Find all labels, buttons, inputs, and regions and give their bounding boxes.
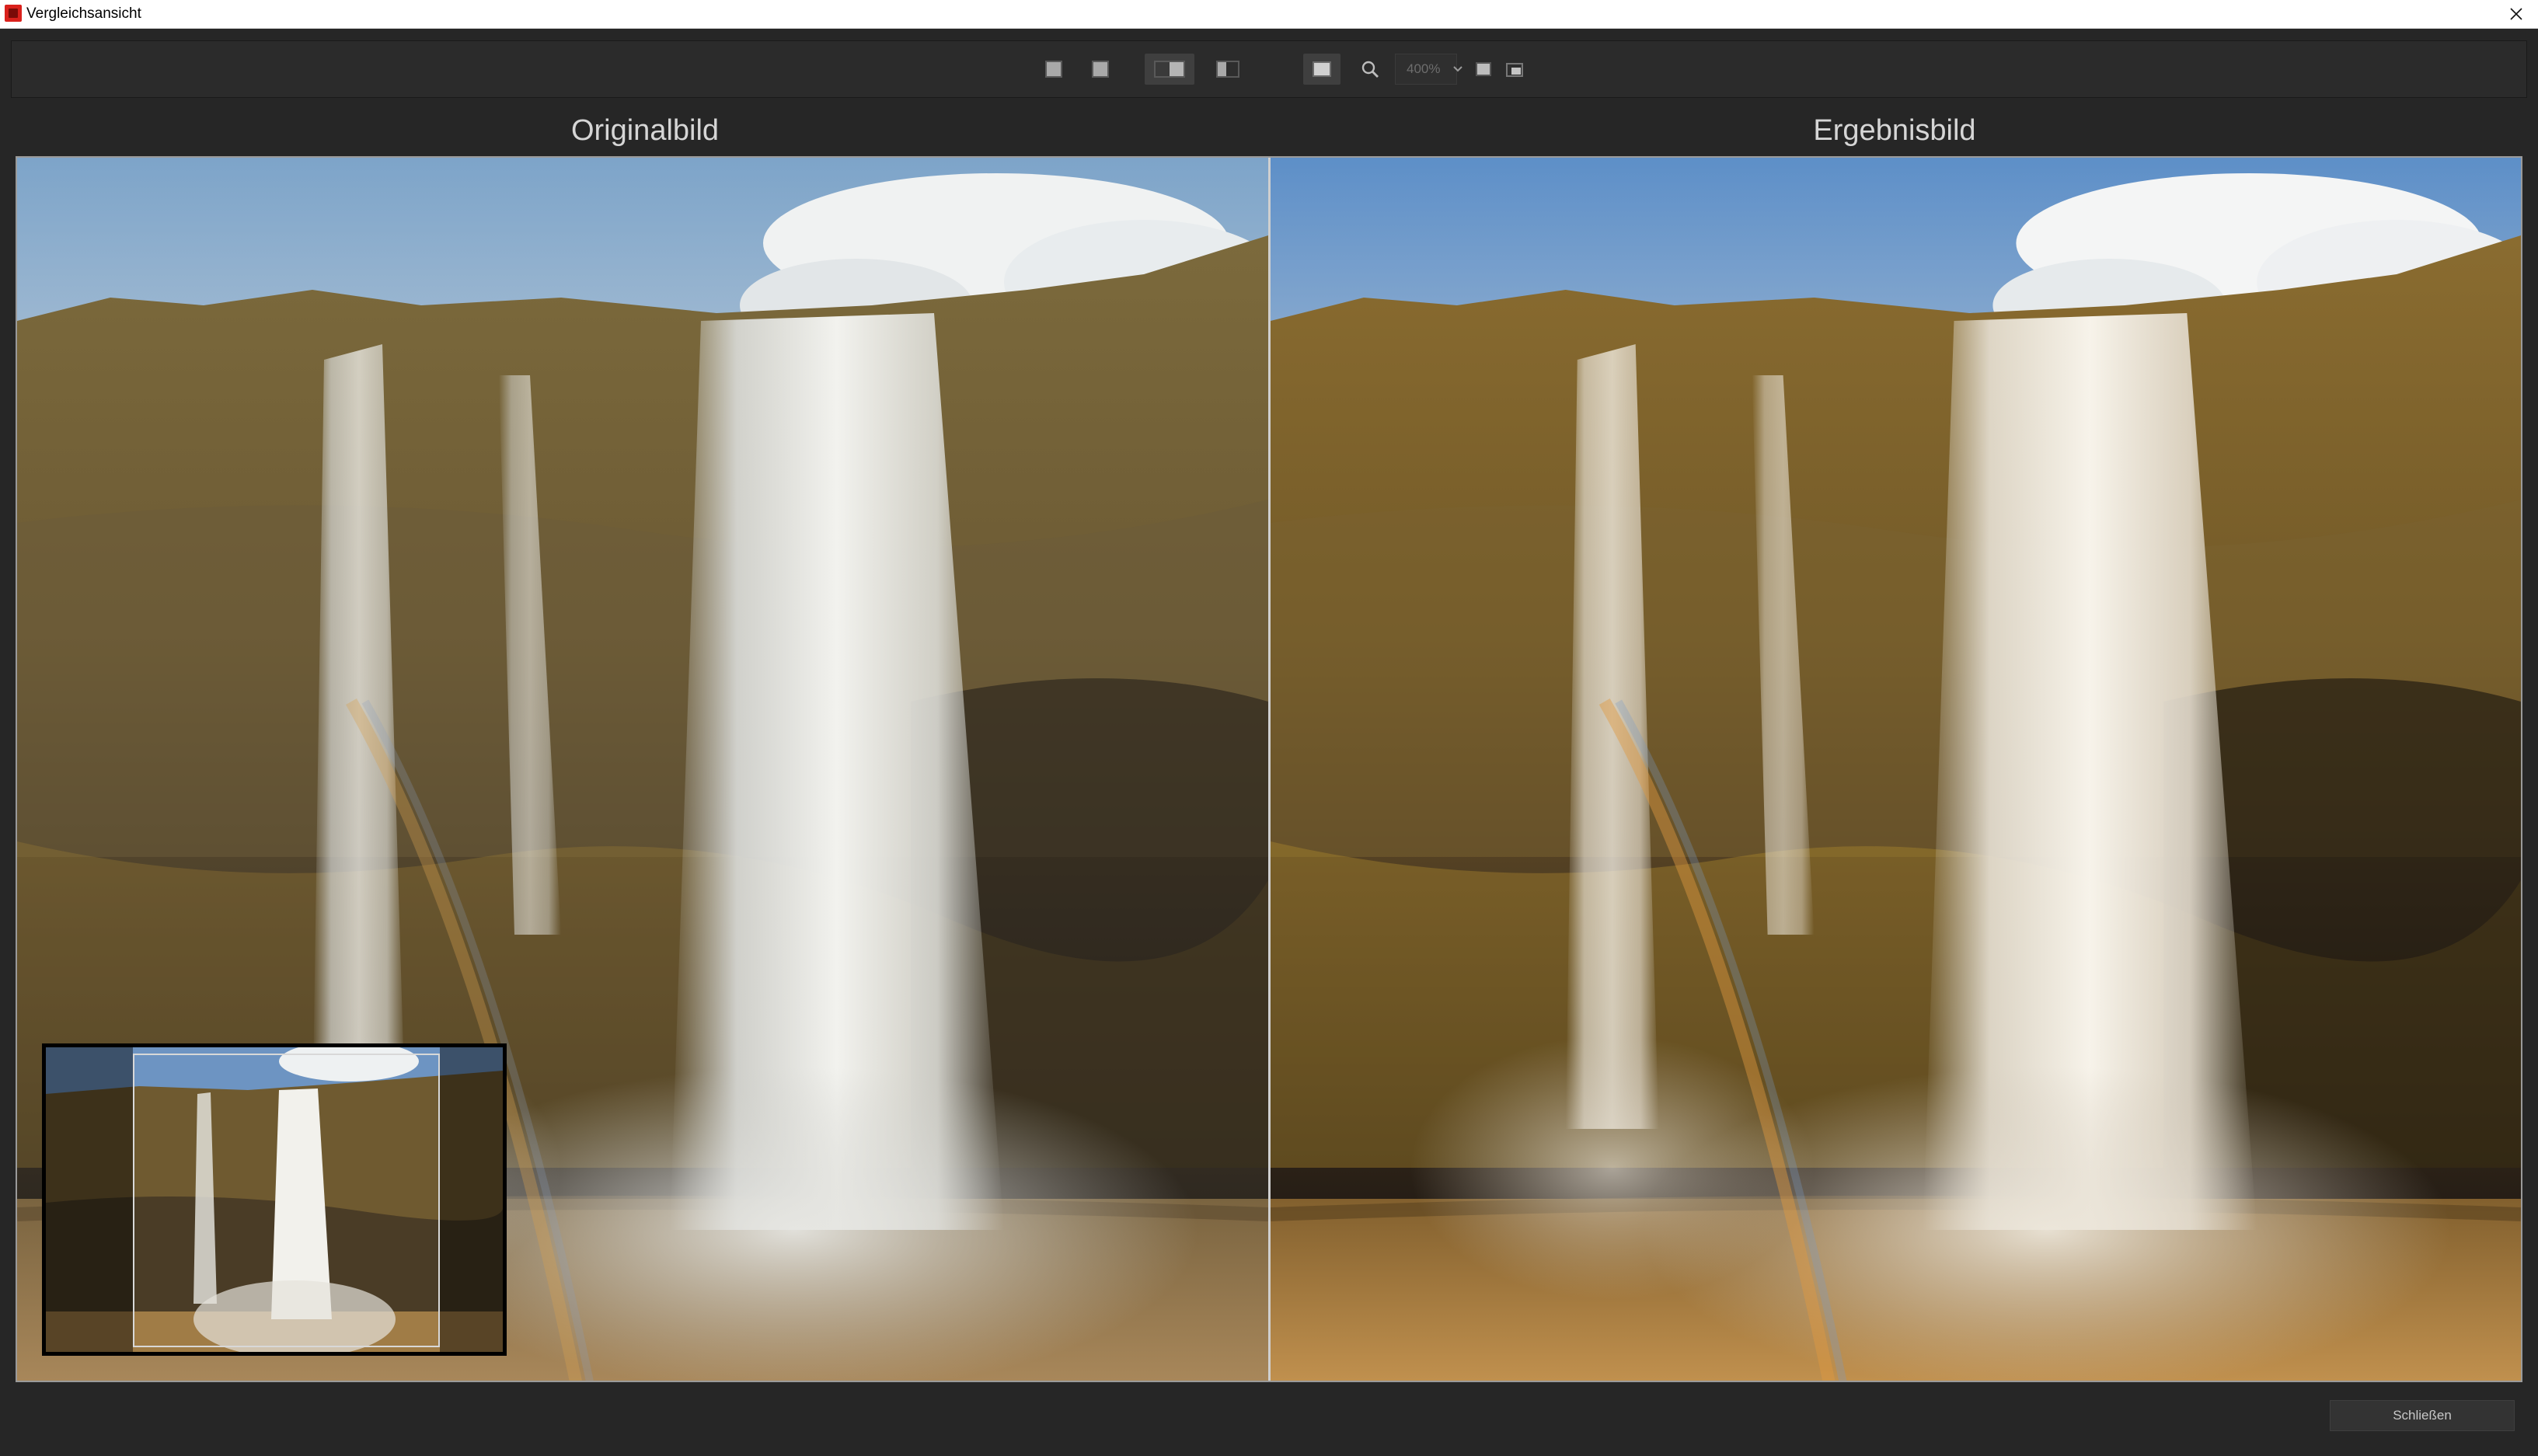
window-close-button[interactable]: [2494, 0, 2538, 28]
side-by-side-icon: [1154, 61, 1185, 78]
actual-size-icon: [1476, 62, 1491, 76]
chevron-down-icon: [1453, 66, 1462, 72]
navigator-thumbnail[interactable]: [42, 1043, 507, 1356]
view-single-result-button[interactable]: [1081, 54, 1120, 85]
app-logo-icon: [5, 5, 22, 22]
navigator-toggle-button[interactable]: [1501, 54, 1529, 85]
close-button[interactable]: Schließen: [2330, 1400, 2515, 1431]
navigator-dim-left: [46, 1047, 133, 1352]
fit-to-window-button[interactable]: [1303, 54, 1340, 85]
close-icon: [2510, 8, 2522, 20]
single-view-icon: [1045, 61, 1062, 78]
view-split-button[interactable]: [1208, 54, 1247, 85]
zoom-dropdown-button[interactable]: [1449, 54, 1466, 85]
zoom-value: 400%: [1407, 61, 1441, 76]
title-bar: Vergleichsansicht: [0, 0, 2538, 29]
fit-to-window-icon: [1313, 61, 1331, 77]
result-caption: Ergebnisbild: [1813, 114, 1976, 147]
image-viewport[interactable]: [16, 156, 2522, 1382]
navigator-view-rectangle[interactable]: [133, 1054, 440, 1347]
original-caption: Originalbild: [570, 114, 720, 147]
result-image[interactable]: [1271, 158, 2521, 1381]
toolbar: 400%: [11, 40, 2527, 98]
navigator-dim-right: [440, 1047, 503, 1352]
split-view-icon: [1216, 61, 1239, 78]
zoom-button[interactable]: [1353, 54, 1387, 85]
waterfall-result-picture: [1271, 158, 2521, 1381]
zoom-input[interactable]: 400%: [1395, 54, 1457, 85]
actual-size-button[interactable]: [1469, 54, 1497, 85]
magnifier-icon: [1361, 61, 1379, 78]
navigator-toggle-icon: [1506, 63, 1523, 77]
window-title: Vergleichsansicht: [26, 5, 141, 22]
view-side-by-side-button[interactable]: [1145, 54, 1194, 85]
view-single-original-button[interactable]: [1034, 54, 1073, 85]
single-view-icon: [1092, 61, 1109, 78]
